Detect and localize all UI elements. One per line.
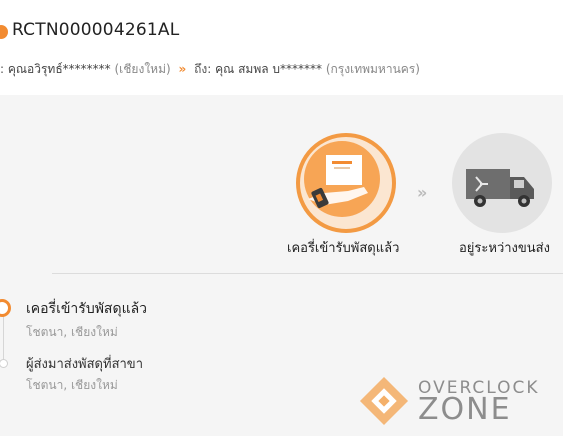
- timeline-event-location: โชตนา, เชียงใหม่: [26, 325, 118, 339]
- status-dot-icon: [0, 25, 8, 39]
- truck-icon: [452, 133, 552, 233]
- to-prefix: ถึง:: [194, 62, 212, 76]
- timeline-event-location: โชตนา, เชียงใหม่: [26, 378, 118, 392]
- step-label-in-transit: อยู่ระหว่างขนส่ง: [459, 241, 550, 256]
- shipment-header: RCTN000004261AL : คุณอวิรุทธ์******** (เ…: [0, 0, 563, 95]
- tracking-number: RCTN000004261AL: [12, 20, 180, 40]
- sender-province: (เชียงใหม่): [114, 62, 171, 76]
- recipient-name: คุณ สมพล บ*******: [215, 62, 323, 76]
- courier-received-icon: [304, 141, 380, 217]
- timeline-event-title: ผู้ส่งมาส่งพัสดุที่สาขา: [26, 357, 143, 372]
- step-courier-received: [296, 133, 396, 233]
- timeline-event-title: เคอรี่เข้ารับพัสดุแล้ว: [26, 301, 148, 317]
- timeline-dot-active-icon: [0, 299, 11, 317]
- timeline-dot-icon: [0, 359, 8, 368]
- double-chevron-right-icon: »: [178, 62, 187, 76]
- step-label-courier-received: เคอรี่เข้ารับพัสดุแล้ว: [287, 241, 400, 256]
- sender-name: คุณอวิรุทธ์********: [7, 62, 111, 76]
- step-separator-chevron-icon: »: [417, 183, 428, 202]
- recipient-province: (กรุงเทพมหานคร): [325, 62, 420, 76]
- route-info: : คุณอวิรุทธ์******** (เชียงใหม่) » ถึง:…: [0, 60, 420, 79]
- section-divider: [52, 273, 563, 274]
- watermark-logo: OVERCLOCK ZONE: [357, 372, 563, 436]
- timeline-line: [3, 315, 4, 365]
- watermark-text-zone: ZONE: [418, 392, 512, 427]
- from-prefix: :: [0, 62, 5, 76]
- diamond-logo-icon: [359, 376, 409, 426]
